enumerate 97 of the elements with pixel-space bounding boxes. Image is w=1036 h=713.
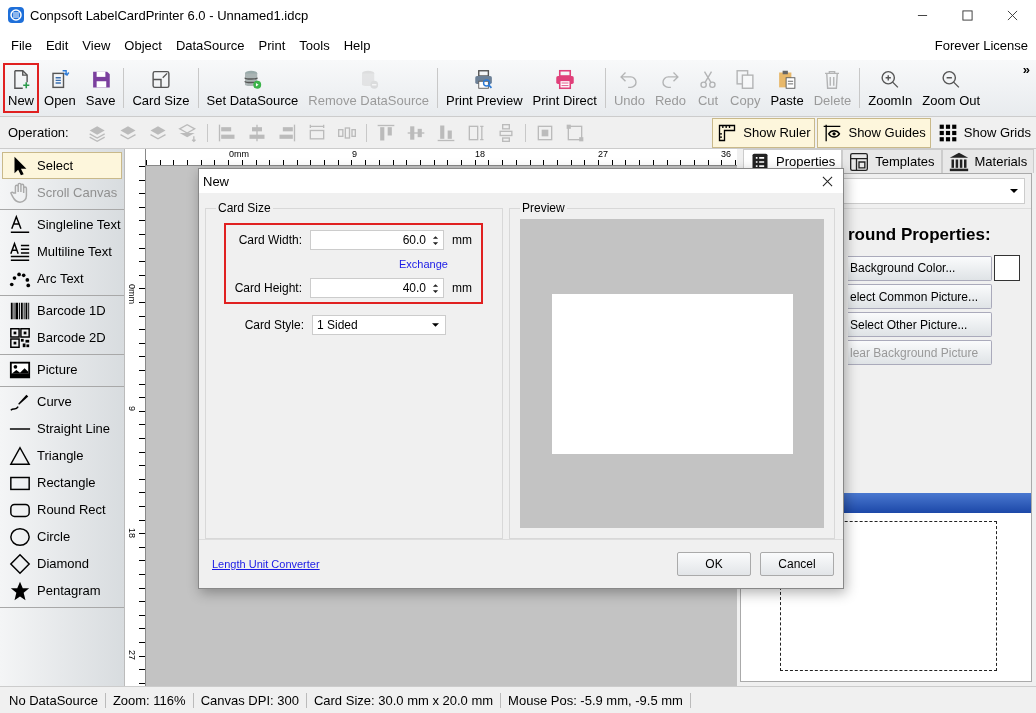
qr-code-icon bbox=[9, 326, 31, 349]
dialog-button[interactable]: OK bbox=[677, 552, 751, 576]
width-input[interactable]: 60.0 bbox=[310, 230, 444, 250]
unit-label: mm bbox=[452, 233, 472, 247]
tool-item[interactable]: Triangle bbox=[2, 442, 122, 469]
tool-item[interactable]: Straight Line bbox=[2, 415, 122, 442]
ruler-label: 27 bbox=[127, 650, 137, 660]
tool-item[interactable]: Select bbox=[2, 152, 122, 179]
ruler-label: 0mm bbox=[229, 149, 249, 159]
toolbar-button[interactable]: New bbox=[3, 63, 39, 113]
group-legend: Preview bbox=[520, 201, 567, 215]
tool-item[interactable]: Round Rect bbox=[2, 496, 122, 523]
toolbar-button[interactable]: Save bbox=[80, 63, 121, 113]
app-logo-icon bbox=[8, 7, 24, 23]
spinner-arrows-icon bbox=[432, 233, 439, 247]
tool-item[interactable]: Singleline Text bbox=[2, 211, 122, 238]
toolbar-button[interactable]: ZoomIn bbox=[863, 63, 918, 113]
caret-icon bbox=[432, 323, 439, 327]
ruler-label: 27 bbox=[598, 149, 608, 159]
menu-item[interactable]: File bbox=[4, 37, 39, 53]
tool-item[interactable]: Rectangle bbox=[2, 469, 122, 496]
maximize-icon[interactable] bbox=[962, 9, 973, 21]
ruler-label: 9 bbox=[352, 149, 357, 159]
exchange-link[interactable]: Exchange bbox=[399, 258, 448, 270]
status-item: No DataSource bbox=[2, 692, 106, 708]
toolbar-button[interactable]: Zoom Out bbox=[917, 63, 986, 113]
unit-label: mm bbox=[452, 281, 472, 295]
group-legend: Card Size bbox=[216, 201, 273, 215]
tool-item[interactable]: Pentagram bbox=[2, 577, 122, 604]
overflow-chevron[interactable]: » bbox=[1022, 62, 1030, 77]
status-item: Canvas DPI: 300 bbox=[193, 692, 307, 708]
property-button[interactable]: elect Common Picture... bbox=[848, 284, 992, 309]
eye-icon bbox=[822, 122, 843, 143]
toolbar-button[interactable]: Set DataSource bbox=[201, 63, 304, 113]
operation-label: Operation: bbox=[8, 125, 69, 140]
ruler-icon bbox=[717, 122, 738, 143]
tool-item[interactable]: Circle bbox=[2, 523, 122, 550]
license-label: Forever License bbox=[934, 37, 1029, 53]
spinner-arrows-icon bbox=[432, 281, 439, 295]
toggle-button[interactable]: Show Ruler bbox=[712, 117, 816, 148]
card-style-select[interactable]: 1 Sided bbox=[312, 315, 446, 335]
template-icon bbox=[849, 151, 870, 172]
circle-icon bbox=[9, 525, 31, 548]
toggle-button[interactable]: Show Grids bbox=[932, 117, 1036, 148]
section-heading: round Properties: bbox=[848, 225, 992, 245]
ruler-label: 9 bbox=[127, 406, 137, 411]
menu-item[interactable]: Object bbox=[117, 37, 169, 53]
tool-item[interactable]: Picture bbox=[2, 356, 122, 383]
property-button[interactable]: Background Color... bbox=[848, 255, 992, 281]
tool-item[interactable]: Barcode 1D bbox=[2, 297, 122, 324]
height-input[interactable]: 40.0 bbox=[310, 278, 444, 298]
dialog-button[interactable]: Cancel bbox=[760, 552, 834, 576]
resize-frame-icon bbox=[149, 69, 173, 90]
converter-link[interactable]: Length Unit Converter bbox=[212, 558, 320, 570]
menu-item[interactable]: Tools bbox=[292, 37, 337, 53]
tool-item[interactable]: Arc Text bbox=[2, 265, 122, 292]
menu-item[interactable]: Help bbox=[336, 37, 378, 53]
ruler-label: 18 bbox=[127, 528, 137, 538]
toolbar-button[interactable]: Open bbox=[39, 63, 81, 113]
line-icon bbox=[9, 426, 31, 431]
text-icon bbox=[9, 213, 31, 236]
toolbar-button[interactable]: Print Preview bbox=[441, 63, 528, 113]
color-swatch[interactable] bbox=[994, 255, 1020, 281]
toolbar-button[interactable]: Print Direct bbox=[527, 63, 602, 113]
menu-item[interactable]: View bbox=[75, 37, 118, 53]
ruler-label: 36 bbox=[721, 149, 731, 159]
triangle-icon bbox=[9, 444, 31, 467]
caret-icon bbox=[1010, 189, 1018, 193]
diamond-icon bbox=[9, 552, 31, 575]
ruler-label: 0mm bbox=[127, 284, 137, 304]
status-item: Card Size: 30.0 mm x 20.0 mm bbox=[306, 692, 502, 708]
panel-tab[interactable]: Materials bbox=[941, 149, 1035, 173]
close-icon[interactable] bbox=[822, 175, 833, 187]
toolbar-button[interactable]: Card Size bbox=[127, 63, 195, 113]
building-icon bbox=[948, 151, 969, 172]
field-label: Card Height: bbox=[233, 281, 302, 295]
grid-icon bbox=[937, 122, 958, 143]
close-icon[interactable] bbox=[1007, 9, 1018, 21]
tool-item[interactable]: Curve bbox=[2, 388, 122, 415]
tool-item[interactable]: Barcode 2D bbox=[2, 324, 122, 351]
panel-tab[interactable]: Templates bbox=[842, 149, 942, 173]
menu-item[interactable]: DataSource bbox=[168, 37, 252, 53]
tool-item[interactable]: Multiline Text bbox=[2, 238, 122, 265]
menu-item[interactable]: Print bbox=[251, 37, 293, 53]
window-title: Conpsoft LabelCardPrinter 6.0 - Unnamed1.idcp bbox=[30, 7, 309, 23]
status-item: Mouse Pos: -5.9 mm, -9.5 mm bbox=[501, 692, 691, 708]
menu-item[interactable]: Edit bbox=[38, 37, 76, 53]
tool-item[interactable]: Diamond bbox=[2, 550, 122, 577]
toolbar-button[interactable]: Paste bbox=[765, 63, 809, 113]
field-label: Card Width: bbox=[237, 233, 302, 247]
ruler-label: 18 bbox=[475, 149, 485, 159]
property-button[interactable]: Select Other Picture... bbox=[848, 312, 992, 337]
multiline-text-icon bbox=[9, 240, 31, 263]
toggle-button[interactable]: Show Guides bbox=[817, 117, 931, 148]
status-item: Zoom: 116% bbox=[105, 692, 194, 708]
dialog-title: New bbox=[203, 173, 229, 189]
field-label: Card Style: bbox=[243, 318, 304, 332]
